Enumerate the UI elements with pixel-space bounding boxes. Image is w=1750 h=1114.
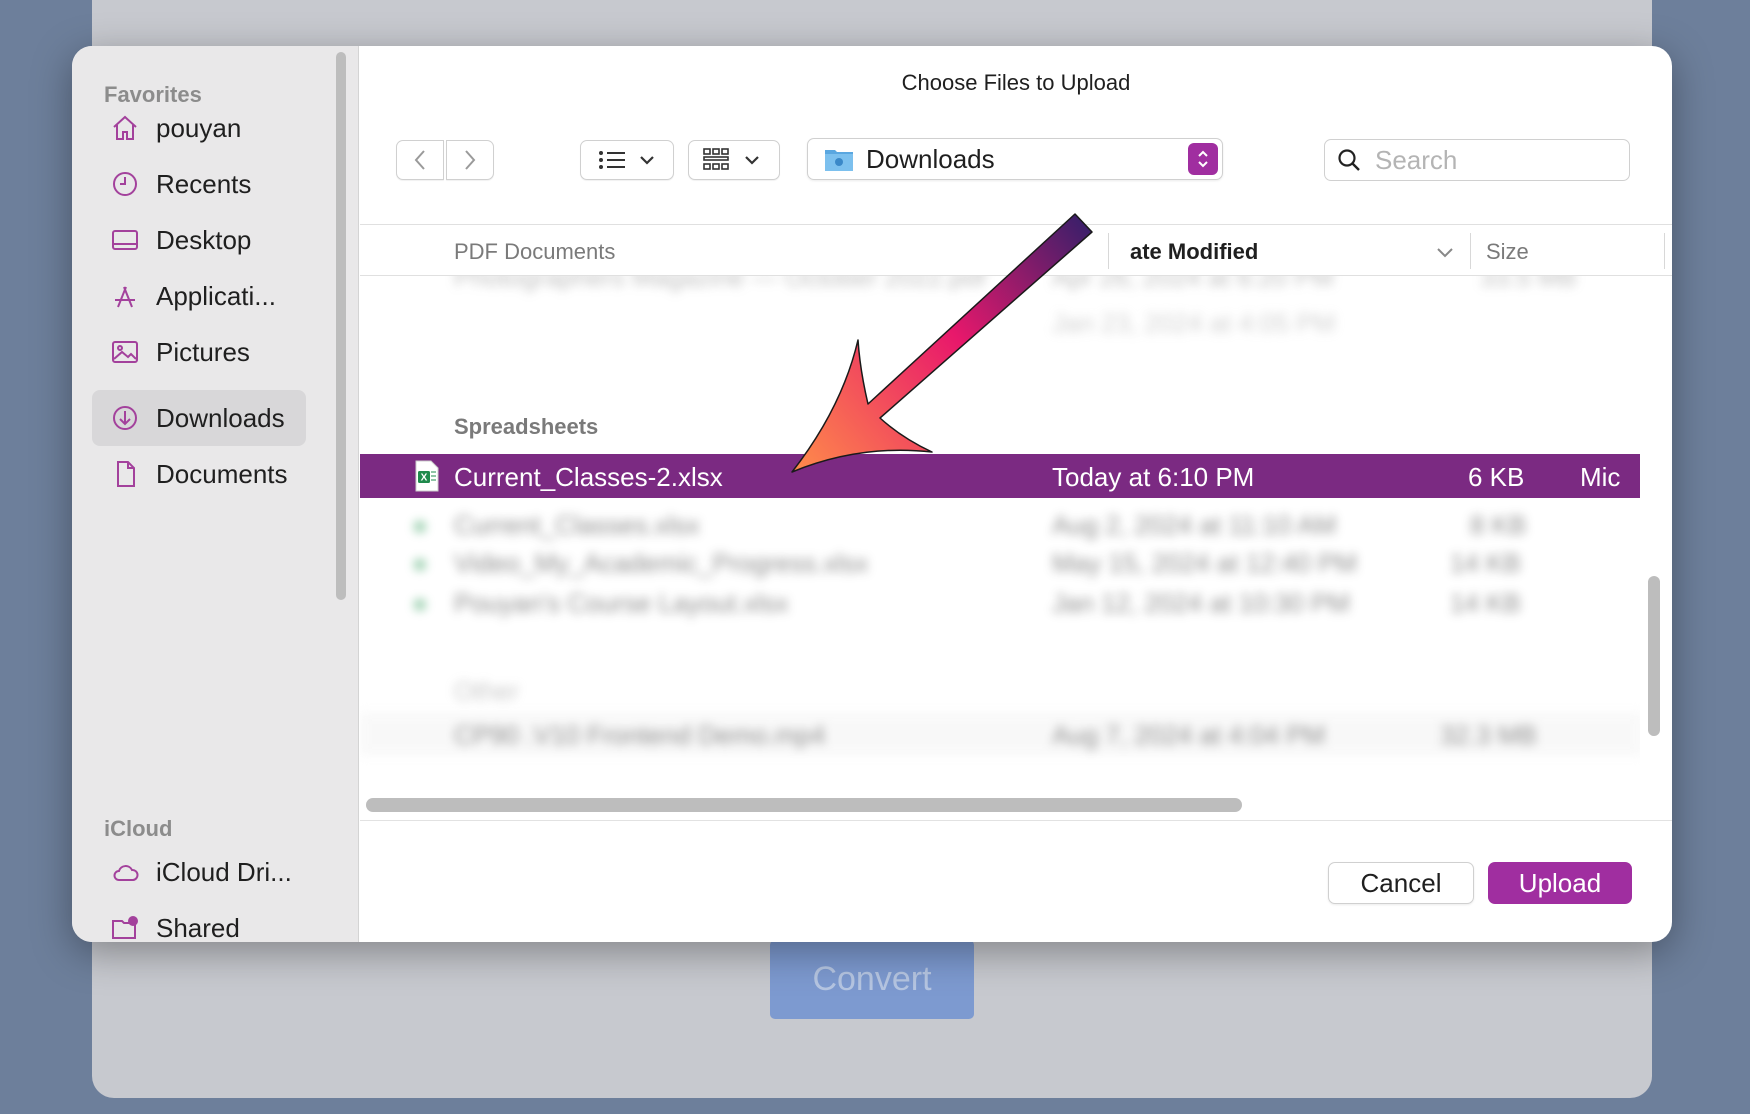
sidebar-item-recents[interactable]: Recents [92, 156, 306, 212]
search-placeholder: Search [1375, 144, 1458, 175]
navigation-buttons [396, 140, 494, 180]
sidebar-item-label: Downloads [156, 402, 285, 433]
list-item[interactable]: ● Video_My_Academic_Progress.xlsx May 15, … [360, 540, 1640, 584]
pictures-icon [108, 335, 142, 369]
sidebar-scrollbar[interactable] [336, 52, 346, 600]
convert-button[interactable]: Convert [770, 940, 974, 1019]
size-column-header[interactable]: Size [1486, 239, 1529, 265]
list-item[interactable]: CP90 .V10 Frontend Demo.mp4 Aug 7, 2024 a… [360, 712, 1640, 756]
horizontal-scrollbar[interactable] [366, 798, 1242, 812]
document-icon [108, 457, 142, 491]
footer-divider [360, 820, 1672, 821]
sidebar-item-home[interactable]: pouyan [92, 100, 306, 156]
search-icon [1338, 149, 1360, 171]
sidebar-item-label: Desktop [156, 224, 252, 255]
dialog-title: Choose Files to Upload [901, 70, 1131, 95]
date-column-header[interactable]: ate Modified [1130, 239, 1258, 265]
list-view-icon [599, 151, 654, 169]
group-view-button[interactable] [688, 140, 780, 180]
file-date: Today at 6:10 PM [1052, 462, 1255, 492]
chevron-right-icon [465, 150, 476, 170]
column-divider [1108, 233, 1109, 269]
list-view-button[interactable] [580, 140, 674, 180]
location-stepper-icon[interactable] [1188, 143, 1218, 175]
sidebar-item-documents[interactable]: Documents [92, 446, 306, 502]
file-kind: Mic [1580, 462, 1621, 492]
sidebar-item-label: Shared [156, 912, 240, 943]
main-pane: Choose Files to Upload Downloads Search [360, 46, 1672, 942]
desktop-icon [108, 223, 142, 257]
group-heading: Spreadsheets [454, 414, 599, 439]
column-divider [1470, 233, 1471, 269]
list-item[interactable]: ● Pouyan's Course Layout.xlsx Jan 12, 2024… [360, 580, 1640, 624]
grid-view-icon [703, 148, 759, 170]
selected-file-row[interactable]: X Current_Classes-2.xlsx Today at 6:10 P… [360, 454, 1640, 498]
list-item: Other [454, 676, 520, 706]
sidebar-item-icloud-drive[interactable]: iCloud Dri... [92, 844, 306, 900]
svg-text:X: X [421, 473, 428, 484]
applications-icon [108, 279, 142, 313]
vertical-scrollbar[interactable] [1648, 576, 1660, 736]
home-icon [108, 111, 142, 145]
chevron-left-icon [414, 150, 425, 170]
back-button[interactable] [396, 140, 444, 180]
cloud-icon [108, 855, 142, 889]
shared-folder-icon [108, 911, 142, 942]
sidebar-item-applications[interactable]: Applicati... [92, 268, 306, 324]
file-size: 6 KB [1468, 462, 1525, 492]
location-label: Downloads [866, 143, 995, 174]
column-divider [1664, 233, 1665, 269]
cancel-button[interactable]: Cancel [1328, 862, 1474, 904]
list-item[interactable]: Photographers Magazine — October 2022.pd… [360, 276, 1640, 320]
forward-button[interactable] [446, 140, 494, 180]
upload-button[interactable]: Upload [1488, 862, 1632, 904]
clock-icon [108, 167, 142, 201]
sidebar-item-label: Recents [156, 168, 252, 199]
column-header: PDF Documents ate Modified Size Kind [360, 224, 1672, 276]
file-name: Current_Classes-2.xlsx [454, 462, 723, 492]
sidebar-item-label: Documents [156, 458, 288, 489]
sidebar-item-pictures[interactable]: Pictures [92, 324, 306, 380]
list-item[interactable]: Jan 23, 2024 at 4:05 PM [360, 308, 1640, 364]
file-upload-dialog: Favorites pouyan Recents Desktop Applica… [72, 46, 1672, 942]
sidebar-item-label: Pictures [156, 336, 250, 367]
sidebar-item-label: pouyan [156, 112, 242, 143]
sidebar-item-shared[interactable]: Shared [92, 900, 306, 942]
download-icon [108, 401, 142, 435]
sidebar: Favorites pouyan Recents Desktop Applica… [72, 46, 359, 942]
file-list: Photographers Magazine — October 2022.pd… [360, 276, 1640, 796]
excel-file-icon: X [415, 460, 439, 492]
sidebar-item-desktop[interactable]: Desktop [92, 212, 306, 268]
name-column-header[interactable]: PDF Documents [454, 239, 615, 265]
sidebar-item-label: Applicati... [156, 280, 276, 311]
folder-icon [825, 150, 853, 171]
icloud-heading: iCloud [104, 816, 173, 841]
chevron-down-icon [1437, 248, 1453, 258]
sidebar-item-label: iCloud Dri... [156, 856, 292, 887]
sidebar-item-downloads[interactable]: Downloads [92, 390, 306, 446]
location-selector[interactable]: Downloads [807, 138, 1223, 180]
search-field[interactable]: Search [1324, 139, 1630, 181]
